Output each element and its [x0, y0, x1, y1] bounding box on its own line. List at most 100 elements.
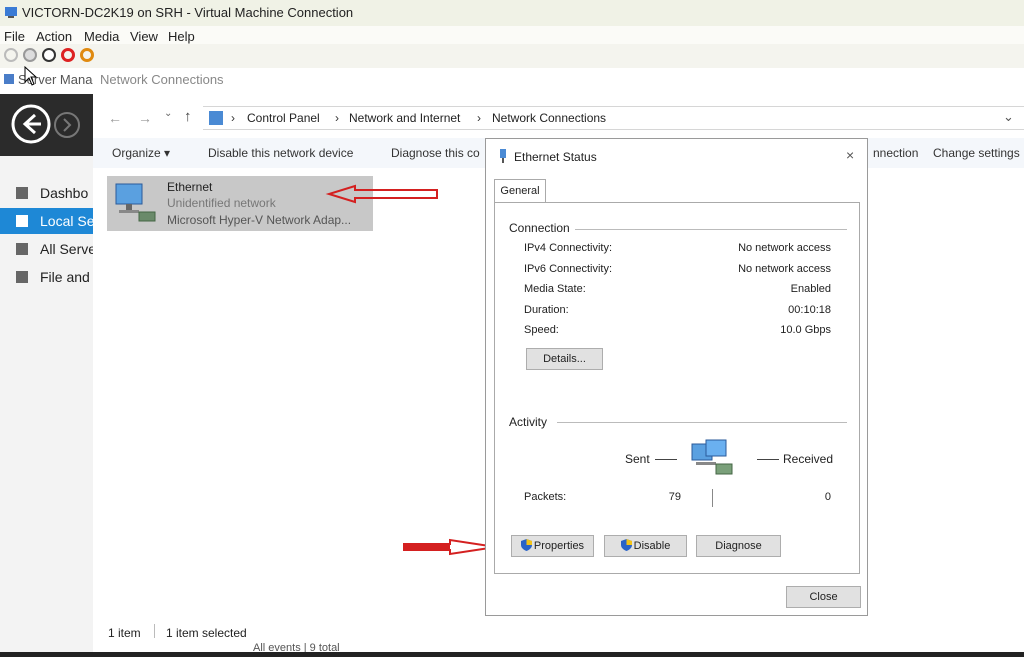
received-line	[757, 459, 779, 460]
properties-label: Properties	[533, 540, 585, 552]
adapter-status: Unidentified network	[167, 196, 276, 210]
explorer-title: Network Connections	[100, 72, 224, 87]
breadcrumb-network-internet[interactable]: Network and Internet	[349, 111, 460, 125]
control-panel-icon	[209, 111, 223, 125]
vm-title-bar: VICTORN-DC2K19 on SRH - Virtual Machine …	[0, 0, 1024, 26]
disable-device-button[interactable]: Disable this network device	[208, 146, 353, 160]
properties-button[interactable]: Properties	[511, 535, 594, 557]
ipv6-value: No network access	[738, 263, 831, 275]
address-dropdown-icon[interactable]: ⌄	[1003, 109, 1014, 125]
vm-menu-bar: File Action Media View Help	[0, 26, 1024, 44]
status-divider	[154, 624, 155, 638]
ipv4-label: IPv4 Connectivity:	[524, 242, 613, 254]
menu-action[interactable]: Action	[36, 29, 72, 44]
close-icon[interactable]: ×	[846, 147, 854, 163]
menu-file[interactable]: File	[4, 29, 25, 44]
back-circle-icon[interactable]	[10, 103, 52, 145]
start-icon[interactable]	[23, 48, 37, 62]
nav-back-icon[interactable]: ←	[108, 110, 122, 126]
disable-button[interactable]: Disable	[604, 535, 687, 557]
chevron-right-icon[interactable]: ›	[335, 111, 339, 125]
diagnose-connection-button[interactable]: Diagnose this co	[391, 146, 480, 160]
local-server-icon	[16, 215, 28, 227]
sidebar-item-dashboard[interactable]: Dashbo	[0, 180, 100, 206]
media-state-label: Media State:	[524, 283, 586, 295]
packets-divider	[712, 489, 713, 507]
menu-help[interactable]: Help	[168, 29, 195, 44]
general-tab-panel: Connection IPv4 Connectivity: No network…	[494, 202, 860, 574]
sidebar-item-file-storage[interactable]: File and	[0, 264, 100, 290]
vm-app-icon	[5, 7, 17, 18]
close-button[interactable]: Close	[786, 586, 861, 608]
adapter-device: Microsoft Hyper-V Network Adap...	[167, 213, 352, 227]
sidebar-item-local-server[interactable]: Local Se	[0, 208, 100, 234]
sidebar-item-all-servers[interactable]: All Serve	[0, 236, 100, 262]
ctrl-alt-del-icon[interactable]	[4, 48, 18, 62]
ethernet-icon	[500, 149, 506, 163]
breadcrumb-network-connections[interactable]: Network Connections	[492, 111, 606, 125]
section-divider	[575, 229, 847, 230]
sidebar-item-label: File and	[40, 269, 90, 285]
dashboard-icon	[16, 187, 28, 199]
change-settings-button[interactable]: Change settings	[933, 146, 1020, 160]
network-adapter-icon	[115, 183, 156, 222]
section-divider	[557, 422, 847, 423]
received-label: Received	[783, 452, 834, 466]
speed-label: Speed:	[524, 324, 559, 336]
network-activity-icon	[691, 439, 733, 475]
taskbar-edge	[0, 652, 1024, 657]
organize-button[interactable]: Organize ▾	[112, 146, 170, 160]
file-storage-icon	[16, 271, 28, 283]
server-manager-sidebar: Dashbo Local Se All Serve File and	[0, 156, 100, 657]
tab-general[interactable]: General	[494, 179, 546, 203]
sent-label: Sent	[625, 452, 650, 466]
packets-label: Packets:	[524, 491, 567, 503]
server-manager-header: Server Manag	[0, 68, 100, 94]
all-servers-icon	[16, 243, 28, 255]
duration-value: 00:10:18	[788, 304, 831, 316]
server-manager-nav	[0, 94, 100, 156]
forward-circle-icon[interactable]	[52, 110, 82, 140]
dialog-title: Ethernet Status	[514, 150, 597, 164]
sidebar-item-label: Dashbo	[40, 185, 89, 201]
annotation-arrow-left	[325, 184, 438, 204]
ethernet-status-dialog: Ethernet Status × General Connection IPv…	[485, 138, 868, 616]
vm-toolbar: ↺	[0, 44, 1024, 105]
shield-icon	[620, 539, 632, 551]
diagnose-button[interactable]: Diagnose	[696, 535, 781, 557]
connection-section-label: Connection	[509, 221, 570, 235]
vm-window-title: VICTORN-DC2K19 on SRH - Virtual Machine …	[22, 5, 354, 20]
ipv6-label: IPv6 Connectivity:	[524, 263, 613, 275]
save-state-icon[interactable]	[80, 48, 94, 62]
up-icon[interactable]: ↑	[184, 108, 192, 125]
mouse-cursor-icon	[24, 66, 38, 86]
activity-section-label: Activity	[509, 415, 548, 429]
recent-dropdown-icon[interactable]: ⌄	[164, 108, 172, 119]
media-state-value: Enabled	[790, 283, 831, 295]
speed-value: 10.0 Gbps	[780, 324, 831, 336]
disable-label: Disable	[633, 540, 671, 552]
adapter-name: Ethernet	[167, 180, 213, 194]
details-button[interactable]: Details...	[526, 348, 603, 370]
shut-down-icon[interactable]	[61, 48, 75, 62]
ipv4-value: No network access	[738, 242, 831, 254]
menu-view[interactable]: View	[130, 29, 158, 44]
server-manager-icon	[4, 74, 14, 84]
item-count: 1 item	[108, 626, 141, 640]
address-bar[interactable]: › Control Panel › Network and Internet ›…	[203, 106, 1024, 130]
selected-count: 1 item selected	[166, 626, 247, 640]
rename-connection-button[interactable]: nnection	[873, 146, 918, 160]
sidebar-item-label: Local Se	[40, 213, 95, 229]
nav-forward-icon[interactable]: →	[138, 110, 152, 126]
menu-media[interactable]: Media	[84, 29, 119, 44]
chevron-right-icon[interactable]: ›	[231, 111, 235, 125]
breadcrumb-control-panel[interactable]: Control Panel	[247, 111, 320, 125]
shield-icon	[520, 539, 532, 551]
turn-off-icon[interactable]	[42, 48, 56, 62]
packets-received-value: 0	[824, 491, 831, 503]
sidebar-item-label: All Serve	[40, 241, 97, 257]
packets-sent-value: 79	[668, 491, 681, 503]
chevron-right-icon[interactable]: ›	[477, 111, 481, 125]
sent-line	[655, 459, 677, 460]
duration-label: Duration:	[524, 304, 569, 316]
